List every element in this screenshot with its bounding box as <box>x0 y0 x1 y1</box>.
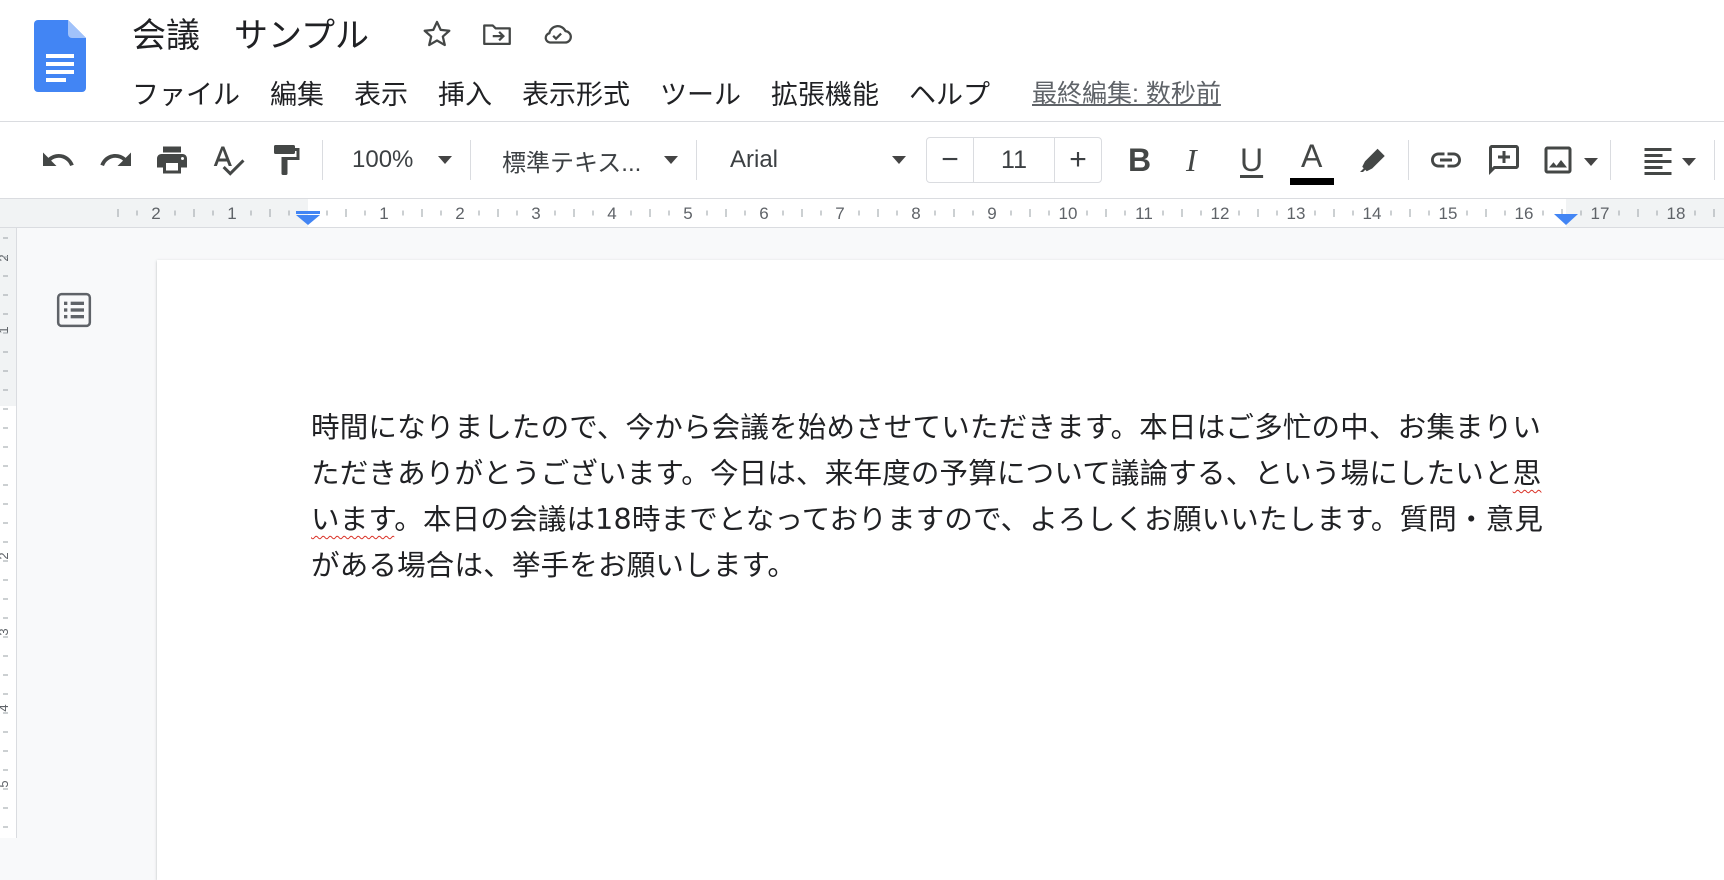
ruler-label: 5 <box>683 204 692 223</box>
document-outline-icon[interactable] <box>54 290 94 330</box>
decrease-font-size-button[interactable]: − <box>927 138 973 182</box>
right-indent-marker-icon[interactable] <box>1553 211 1579 225</box>
app-header: 会議 サンプル ファイル 編集 表示 挿入 表示形式 ツール 拡張機能 ヘルプ … <box>0 0 1724 122</box>
body-line-3[interactable]: います。本日の会議は18時までとなっておりますので、よろしくお願いいたします。質… <box>311 497 1543 538</box>
menu-format[interactable]: 表示形式 <box>522 73 630 112</box>
ruler-label: 7 <box>835 204 844 223</box>
last-edit-link[interactable]: 最終編集: 数秒前 <box>1032 74 1221 110</box>
misspelled-word[interactable]: います <box>311 503 394 536</box>
vertical-ruler-label: 5 <box>0 780 11 787</box>
toolbar-separator <box>1408 140 1409 180</box>
zoom-value: 100% <box>352 146 414 173</box>
menu-extensions[interactable]: 拡張機能 <box>771 73 879 112</box>
toolbar-separator <box>322 140 323 180</box>
font-size-control: − 11 + <box>926 137 1102 183</box>
paragraph-style-select[interactable]: 標準テキス... <box>502 138 678 182</box>
spellcheck-icon[interactable] <box>210 142 246 178</box>
star-icon[interactable] <box>420 17 454 51</box>
menu-view[interactable]: 表示 <box>354 73 408 112</box>
misspelled-word[interactable]: 思 <box>1513 457 1542 490</box>
vertical-ruler-label: 4 <box>0 704 11 711</box>
toolbar-separator <box>1610 140 1611 180</box>
ruler-label: 12 <box>1211 204 1230 223</box>
link-icon[interactable] <box>1428 142 1464 178</box>
paragraph-style-value: 標準テキス... <box>502 149 642 177</box>
menu-help[interactable]: ヘルプ <box>909 73 990 112</box>
horizontal-ruler[interactable]: 2 1 1 2 3 4 5 6 7 8 9 10 11 12 13 14 15 16 17 18 <box>0 199 1724 228</box>
redo-icon[interactable] <box>98 142 134 178</box>
vertical-ruler[interactable]: 212345 <box>0 228 17 838</box>
toolbar-separator <box>470 140 471 180</box>
toolbar-separator <box>1714 140 1715 180</box>
left-indent-marker-icon[interactable] <box>295 211 321 225</box>
chevron-down-icon[interactable] <box>1584 158 1598 166</box>
italic-button[interactable]: I <box>1186 140 1197 180</box>
ruler-label: 17 <box>1591 204 1610 223</box>
menu-bar: ファイル 編集 表示 挿入 表示形式 ツール 拡張機能 ヘルプ 最終編集: 数秒… <box>132 72 1221 112</box>
ruler-label: 3 <box>531 204 540 223</box>
ruler-label: 11 <box>1135 204 1153 223</box>
cloud-saved-icon[interactable] <box>540 17 574 51</box>
body-line-2-text: ただきありがとうございます。今日は、来年度の予算について議論する、という場にした… <box>311 457 1513 490</box>
text-color-swatch <box>1290 178 1334 185</box>
ruler-label: 6 <box>759 204 768 223</box>
vertical-ruler-label: 2 <box>0 552 11 559</box>
ruler-label: 1 <box>379 204 388 223</box>
ruler-label: 15 <box>1439 204 1458 223</box>
document-title[interactable]: 会議 サンプル <box>132 14 369 58</box>
ruler-label: 9 <box>987 204 996 223</box>
insert-image-icon[interactable] <box>1540 142 1576 178</box>
undo-icon[interactable] <box>40 142 76 178</box>
menu-edit[interactable]: 編集 <box>270 73 324 112</box>
bold-button[interactable]: B <box>1128 140 1151 180</box>
ruler-label: 2 <box>455 204 464 223</box>
underline-button[interactable]: U <box>1240 140 1263 180</box>
move-folder-icon[interactable] <box>480 17 514 51</box>
toolbar: 100% 標準テキス... Arial − 11 + B I U A <box>0 122 1724 199</box>
paint-format-icon[interactable] <box>268 142 304 178</box>
ruler-label: 14 <box>1363 204 1382 223</box>
ruler-label: 8 <box>911 204 920 223</box>
increase-font-size-button[interactable]: + <box>1055 138 1101 182</box>
ruler-label: 10 <box>1059 204 1078 223</box>
align-left-icon[interactable] <box>1640 142 1676 178</box>
print-icon[interactable] <box>154 142 190 178</box>
font-select[interactable]: Arial <box>730 138 906 182</box>
text-color-letter: A <box>1301 138 1323 174</box>
body-line-4[interactable]: がある場合は、挙手をお願いします。 <box>311 543 796 584</box>
menu-insert[interactable]: 挿入 <box>438 73 492 112</box>
ruler-label: 18 <box>1667 204 1686 223</box>
add-comment-icon[interactable] <box>1486 142 1522 178</box>
menu-file[interactable]: ファイル <box>132 73 240 112</box>
chevron-down-icon <box>438 156 452 164</box>
chevron-down-icon[interactable] <box>1682 158 1696 166</box>
ruler-label: 1 <box>227 204 236 223</box>
vertical-ruler-ticks: 212345 <box>0 237 11 828</box>
body-line-3-text: 。本日の会議は18時までとなっておりますので、よろしくお願いいたします。質問・意… <box>394 503 1544 536</box>
font-value: Arial <box>730 146 779 173</box>
ruler-ticks: 2 1 1 2 3 4 5 6 7 8 9 10 11 12 13 14 15 16 17 18 <box>117 204 1715 223</box>
text-color-button[interactable]: A <box>1290 136 1334 186</box>
ruler-label: 13 <box>1287 204 1306 223</box>
menu-tools[interactable]: ツール <box>660 73 741 112</box>
highlighter-icon[interactable] <box>1354 142 1390 178</box>
vertical-ruler-label: 3 <box>0 628 11 635</box>
body-line-2[interactable]: ただきありがとうございます。今日は、来年度の予算について議論する、という場にした… <box>311 451 1541 492</box>
ruler-label: 2 <box>151 204 160 223</box>
zoom-select[interactable]: 100% <box>352 138 452 182</box>
chevron-down-icon <box>892 156 906 164</box>
vertical-ruler-label: 2 <box>0 254 11 261</box>
toolbar-separator <box>696 140 697 180</box>
docs-logo-icon[interactable] <box>34 20 86 92</box>
chevron-down-icon <box>664 156 678 164</box>
font-size-input[interactable]: 11 <box>973 138 1055 182</box>
ruler-label: 4 <box>607 204 616 223</box>
ruler-label: 16 <box>1515 204 1534 223</box>
body-line-1[interactable]: 時間になりましたので、今から会議を始めさせていただきます。本日はご多忙の中、お集… <box>311 405 1541 446</box>
